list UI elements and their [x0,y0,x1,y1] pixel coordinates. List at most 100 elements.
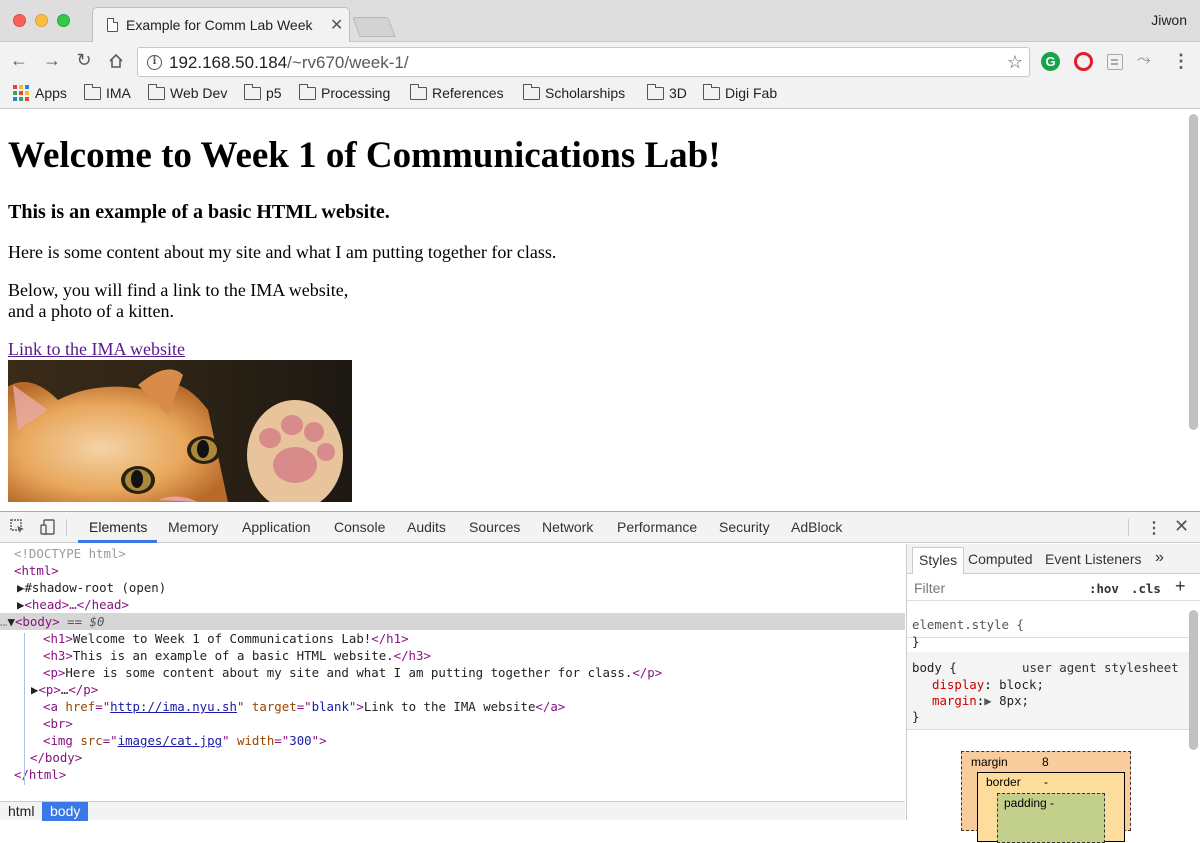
tab-close-icon[interactable]: ✕ [330,15,343,35]
img-node[interactable]: <img src="images/cat.jpg" width="300"> [0,732,905,749]
shadow-root-label: #shadow-root (open) [24,580,167,595]
box-margin-value[interactable]: 8 [1042,755,1049,769]
bookmark-label: References [432,85,504,101]
expand-arrow-icon[interactable]: ▶ [984,693,991,708]
bookmark-processing[interactable]: Processing [298,83,390,101]
bookmark-label: Apps [35,85,67,101]
extension-icon[interactable] [1107,54,1123,70]
tab-network[interactable]: Network [542,519,593,535]
box-border-value[interactable]: - [1044,775,1048,789]
tab-application[interactable]: Application [242,519,311,535]
profile-name[interactable]: Jiwon [1151,12,1187,28]
bookmark-ima[interactable]: IMA [83,83,131,101]
styles-filter-input[interactable]: Filter [914,580,945,596]
a-target-value: blank [311,699,349,714]
box-model-padding[interactable]: padding - [997,793,1105,843]
home-button[interactable] [104,50,128,74]
box-model-border[interactable]: border - padding - [977,772,1125,843]
kitten-image [8,360,352,502]
body-node[interactable]: …▼<body> == $0 [0,613,905,630]
tab-security[interactable]: Security [719,519,770,535]
element-style-rule[interactable]: element.style { } [907,602,1191,649]
bookmark-scholarships[interactable]: Scholarships [522,83,625,101]
ua-stylesheet-label: user agent stylesheet [1022,660,1179,675]
description-paragraph: Below, you will find a link to the IMA w… [8,280,1158,322]
new-tab-button[interactable] [352,17,396,37]
breadcrumb-body[interactable]: body [42,802,89,821]
tab-console[interactable]: Console [334,519,385,535]
address-bar[interactable]: i 192.168.50.184/~rv670/week-1/ ☆ [137,47,1030,77]
more-tabs-icon[interactable]: » [1155,549,1164,567]
url-text[interactable]: 192.168.50.184/~rv670/week-1/ [169,53,409,73]
grammarly-extension-icon[interactable]: G [1041,52,1060,71]
tab-computed[interactable]: Computed [968,551,1033,567]
add-rule-icon[interactable]: + [1175,576,1186,597]
bookmark-web-dev[interactable]: Web Dev [147,83,227,101]
box-model-margin[interactable]: margin 8 border - padding - [961,751,1131,843]
h1-node[interactable]: <h1>Welcome to Week 1 of Communications … [0,630,905,647]
body-open-label: <body> [14,614,60,629]
tab-sources[interactable]: Sources [469,519,520,535]
a-node[interactable]: <a href="http://ima.nyu.sh" target="blan… [0,698,905,715]
back-button[interactable]: ← [7,50,31,71]
device-toolbar-icon[interactable] [40,519,56,539]
bookmark-apps[interactable]: Apps [13,85,67,101]
hov-toggle[interactable]: :hov [1089,581,1119,596]
styles-scrollbar[interactable] [1189,610,1198,750]
tab-elements[interactable]: Elements [89,519,147,535]
bookmark-label: Digi Fab [725,85,778,101]
browser-tab[interactable]: Example for Comm Lab Week ✕ [92,7,350,43]
tab-performance[interactable]: Performance [617,519,697,535]
collapse-arrow-icon[interactable]: ▼ [7,614,14,629]
page-scrollbar[interactable] [1189,114,1198,430]
devtools-menu-icon[interactable]: ⋮ [1146,518,1162,538]
folder-icon [147,83,165,100]
folder-icon [298,83,316,100]
p-node[interactable]: <p>Here is some content about my site an… [0,664,905,681]
title-bar: Example for Comm Lab Week ✕ Jiwon [0,0,1200,43]
tab-audits[interactable]: Audits [407,519,446,535]
p-collapsed-node[interactable]: ▶<p>…</p> [0,681,905,698]
tab-event-listeners[interactable]: Event Listeners [1045,551,1142,567]
body-ua-rule[interactable]: body { user agent stylesheet display: bl… [907,652,1191,730]
reload-button[interactable]: ↻ [72,50,96,71]
box-padding-label: padding - [1004,796,1055,810]
tab-styles[interactable]: Styles [912,547,965,574]
tab-memory[interactable]: Memory [168,519,219,535]
maximize-window-button[interactable] [57,14,70,27]
pin-extension-icon[interactable]: ⤳ [1137,50,1156,69]
inspect-element-icon[interactable] [10,519,26,539]
breadcrumb-html[interactable]: html [0,802,42,821]
bookmark-p5[interactable]: p5 [243,83,282,101]
element-style-selector: element.style { [912,617,1024,632]
browser-menu-icon[interactable]: ⋮ [1172,51,1190,72]
img-src-value[interactable]: images/cat.jpg [118,733,222,748]
html-node[interactable]: <html> [0,562,905,579]
bookmark-star-icon[interactable]: ☆ [1007,52,1023,73]
minimize-window-button[interactable] [35,14,48,27]
doctype-node[interactable]: <!DOCTYPE html> [0,545,905,562]
br-node[interactable]: <br> [0,715,905,732]
forward-button[interactable]: → [40,50,64,71]
ima-website-link[interactable]: Link to the IMA website [8,339,185,360]
cls-toggle[interactable]: .cls [1131,581,1161,596]
bookmark-3d[interactable]: 3D [646,83,687,101]
body-close-node[interactable]: </body> [0,749,905,766]
bookmark-references[interactable]: References [409,83,504,101]
head-node[interactable]: ▶<head>…</head> [0,596,905,613]
tab-adblock[interactable]: AdBlock [791,519,842,535]
description-line-1: Below, you will find a link to the IMA w… [8,280,349,300]
info-icon[interactable]: i [147,55,162,70]
folder-icon [243,83,261,100]
page-icon [107,18,118,32]
devtools-close-icon[interactable]: ✕ [1174,516,1189,537]
bookmark-digi-fab[interactable]: Digi Fab [702,83,778,101]
selected-marker: == $0 [67,614,105,629]
a-href-value[interactable]: http://ima.nyu.sh [110,699,237,714]
html-close-node[interactable]: </html> [0,766,905,783]
shadow-root-node[interactable]: ▶#shadow-root (open) [0,579,905,596]
opera-extension-icon[interactable] [1074,52,1093,71]
close-window-button[interactable] [13,14,26,27]
h3-node[interactable]: <h3>This is an example of a basic HTML w… [0,647,905,664]
breadcrumb: html body [0,801,905,821]
